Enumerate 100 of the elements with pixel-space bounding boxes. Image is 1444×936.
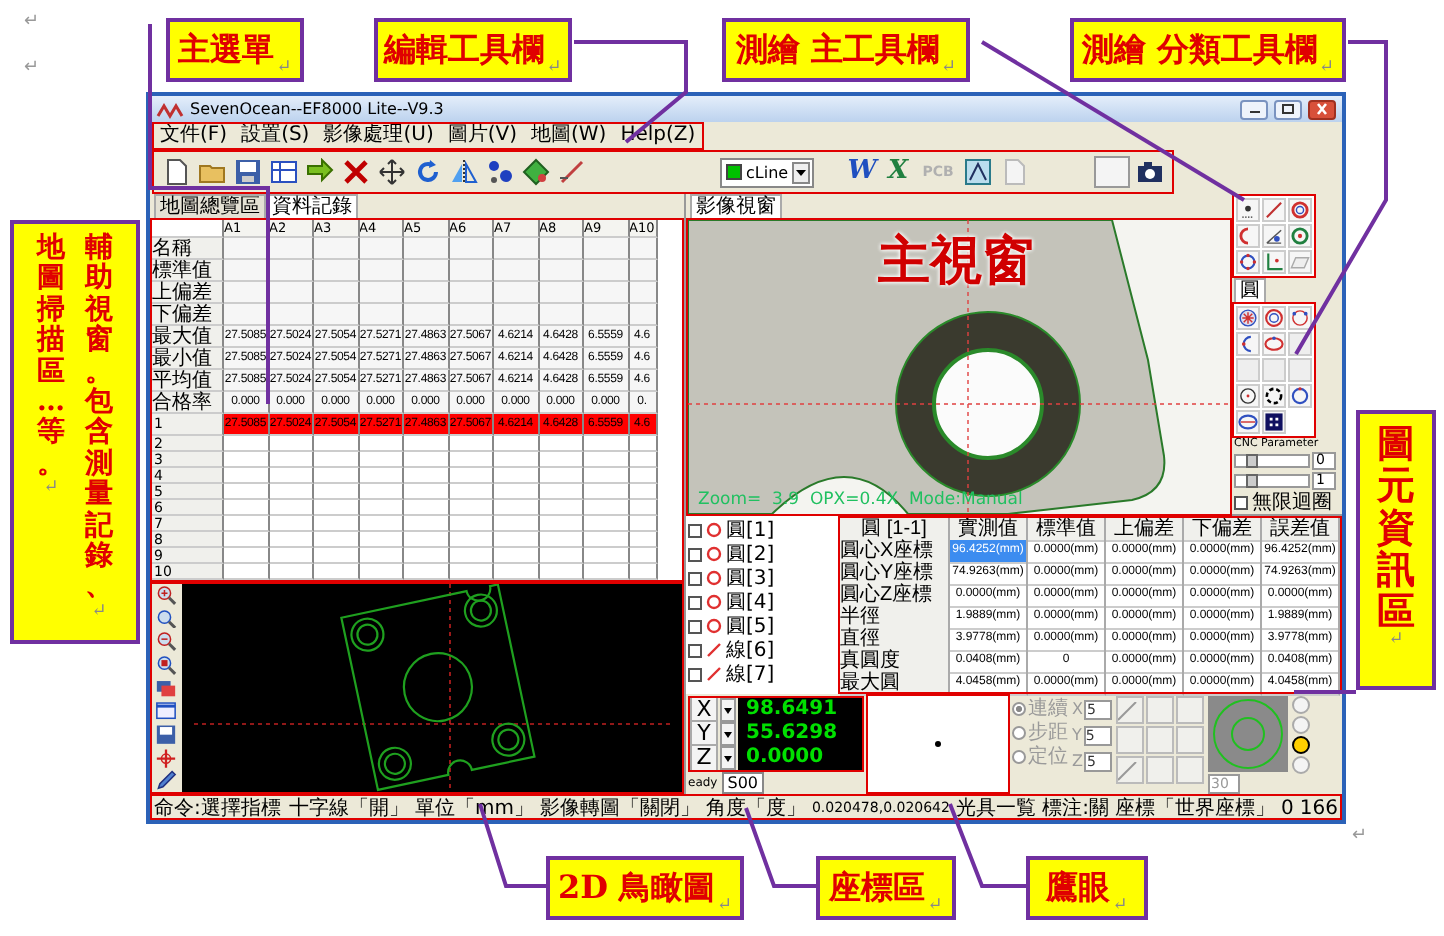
angle-tool-icon[interactable] bbox=[1264, 226, 1284, 246]
column-header: 下偏差 bbox=[1184, 518, 1262, 542]
center-circle-icon[interactable] bbox=[1238, 386, 1258, 406]
status-text: 命令:選擇指標 bbox=[154, 797, 281, 819]
paragraph-mark: ↵ bbox=[24, 58, 40, 78]
rotate-icon[interactable] bbox=[414, 158, 442, 186]
status-text: 十字線「開」 bbox=[288, 797, 409, 819]
slider-thumb[interactable] bbox=[1245, 454, 1257, 468]
table-row[interactable]: 標準值 bbox=[152, 260, 682, 282]
paragraph-mark: ↵ bbox=[43, 480, 59, 501]
grid-icon[interactable] bbox=[1264, 412, 1284, 432]
callout-label: 座標區 bbox=[829, 867, 926, 909]
menu-item[interactable]: 圖片(V) bbox=[447, 124, 517, 148]
menu-item[interactable]: 設置(S) bbox=[241, 124, 310, 148]
save-icon[interactable] bbox=[234, 158, 262, 186]
layers-icon[interactable] bbox=[152, 677, 180, 699]
list-item[interactable]: 圓[2] bbox=[726, 543, 775, 565]
double-circle-icon[interactable] bbox=[1264, 308, 1284, 328]
axes-icon[interactable] bbox=[1264, 252, 1284, 272]
tab[interactable]: 地圖總覽區 bbox=[154, 194, 266, 218]
row-header: 平均值 bbox=[152, 370, 224, 392]
line-icon[interactable] bbox=[558, 158, 586, 186]
paragraph-mark: ↵ bbox=[1319, 58, 1335, 78]
minimize-button[interactable] bbox=[1240, 99, 1268, 119]
point-tool-icon[interactable] bbox=[1238, 200, 1258, 220]
camera-icon[interactable] bbox=[1136, 158, 1165, 186]
row-header: 圓心X座標 bbox=[840, 540, 950, 564]
row-header: 下偏差 bbox=[152, 304, 224, 326]
window-icon[interactable] bbox=[152, 700, 180, 723]
tab[interactable]: 資料記錄 bbox=[266, 194, 358, 218]
checkbox[interactable] bbox=[688, 643, 702, 657]
list-item[interactable]: 圓[1] bbox=[726, 519, 775, 541]
zoom-out-icon[interactable] bbox=[152, 630, 180, 653]
arrow-icon[interactable] bbox=[306, 158, 334, 186]
axis-label: Y bbox=[1072, 726, 1082, 744]
dots-icon[interactable] bbox=[486, 158, 514, 186]
speed-dropdown[interactable]: S00 bbox=[721, 772, 764, 794]
export-button[interactable]: X bbox=[882, 156, 915, 188]
close-icon bbox=[1314, 102, 1330, 116]
circle-outline-icon[interactable] bbox=[1290, 386, 1310, 406]
circle-icon bbox=[706, 546, 722, 562]
zoom-window-icon[interactable] bbox=[152, 654, 180, 676]
ellipse-icon[interactable] bbox=[1264, 334, 1284, 354]
paragraph-mark: ↵ bbox=[276, 58, 292, 78]
list-item[interactable]: 線[7] bbox=[726, 663, 775, 685]
zoom-in-icon[interactable] bbox=[152, 584, 180, 606]
slider[interactable] bbox=[1234, 454, 1310, 468]
new-document-icon[interactable] bbox=[162, 158, 190, 186]
dashed-circle-icon[interactable] bbox=[1264, 386, 1284, 406]
pen-icon[interactable] bbox=[152, 770, 180, 793]
list-item[interactable]: 圓[5] bbox=[726, 615, 775, 637]
radio-label: 步距 bbox=[1028, 721, 1068, 743]
status-text: 影像轉圖「關閉」 bbox=[539, 797, 700, 819]
paragraph-mark: ↵ bbox=[927, 896, 943, 916]
menu-item[interactable]: 地圖(W) bbox=[531, 124, 607, 148]
cross-icon[interactable] bbox=[342, 158, 370, 186]
tab[interactable]: 影像視窗 bbox=[690, 194, 782, 218]
circle-tool-icon[interactable] bbox=[1290, 200, 1310, 220]
menu-item[interactable]: 文件(F) bbox=[160, 124, 228, 148]
checkbox[interactable] bbox=[688, 523, 702, 537]
circle-icon bbox=[706, 594, 722, 610]
line-tool-icon[interactable] bbox=[1264, 200, 1284, 220]
star-circle-icon[interactable] bbox=[1238, 308, 1258, 328]
mirror-icon[interactable] bbox=[450, 158, 478, 186]
circle-points-icon[interactable] bbox=[1290, 308, 1310, 328]
table-row[interactable]: 下偏差 bbox=[152, 304, 682, 326]
crosshair-icon[interactable] bbox=[152, 747, 180, 769]
export-button[interactable]: W bbox=[846, 156, 879, 188]
slider[interactable] bbox=[1234, 474, 1310, 488]
slider-thumb[interactable] bbox=[1245, 474, 1257, 488]
close-button[interactable] bbox=[1308, 99, 1336, 119]
checkbox[interactable] bbox=[1234, 496, 1248, 510]
checkbox[interactable] bbox=[688, 595, 702, 609]
row-header: 最大值 bbox=[152, 326, 224, 348]
oval-icon[interactable] bbox=[1238, 412, 1258, 432]
row-header: 最小值 bbox=[152, 348, 224, 370]
maximize-button[interactable] bbox=[1274, 99, 1302, 119]
ring-tool-icon[interactable] bbox=[1290, 226, 1310, 246]
list-item[interactable]: 圓[3] bbox=[726, 567, 775, 589]
list-item[interactable]: 線[6] bbox=[726, 639, 775, 661]
zoom-fit-icon[interactable] bbox=[152, 607, 180, 629]
row-header: 最大圓 bbox=[840, 672, 950, 696]
column-header: 標準值 bbox=[1028, 518, 1106, 542]
checkbox[interactable] bbox=[688, 619, 702, 633]
table-row[interactable]: 上偏差 bbox=[152, 282, 682, 304]
table-row[interactable]: 名稱 bbox=[152, 238, 682, 260]
line-type-dropdown[interactable]: cLine bbox=[720, 157, 815, 187]
four-point-circle-icon[interactable] bbox=[1238, 252, 1258, 272]
tab[interactable]: 圓 bbox=[1234, 278, 1266, 302]
view-title: 主視窗 bbox=[878, 234, 1034, 290]
move-icon[interactable] bbox=[378, 158, 406, 186]
checkbox[interactable] bbox=[688, 547, 702, 561]
checkbox[interactable] bbox=[688, 571, 702, 585]
checkbox[interactable] bbox=[688, 667, 702, 681]
paragraph-mark: ↵ bbox=[91, 603, 107, 624]
table-icon[interactable] bbox=[270, 158, 298, 186]
menu-item[interactable]: 影像處理(U) bbox=[323, 124, 434, 148]
list-item[interactable]: 圓[4] bbox=[726, 591, 775, 613]
save-icon[interactable] bbox=[152, 724, 180, 746]
row-header: 標準值 bbox=[152, 260, 224, 282]
